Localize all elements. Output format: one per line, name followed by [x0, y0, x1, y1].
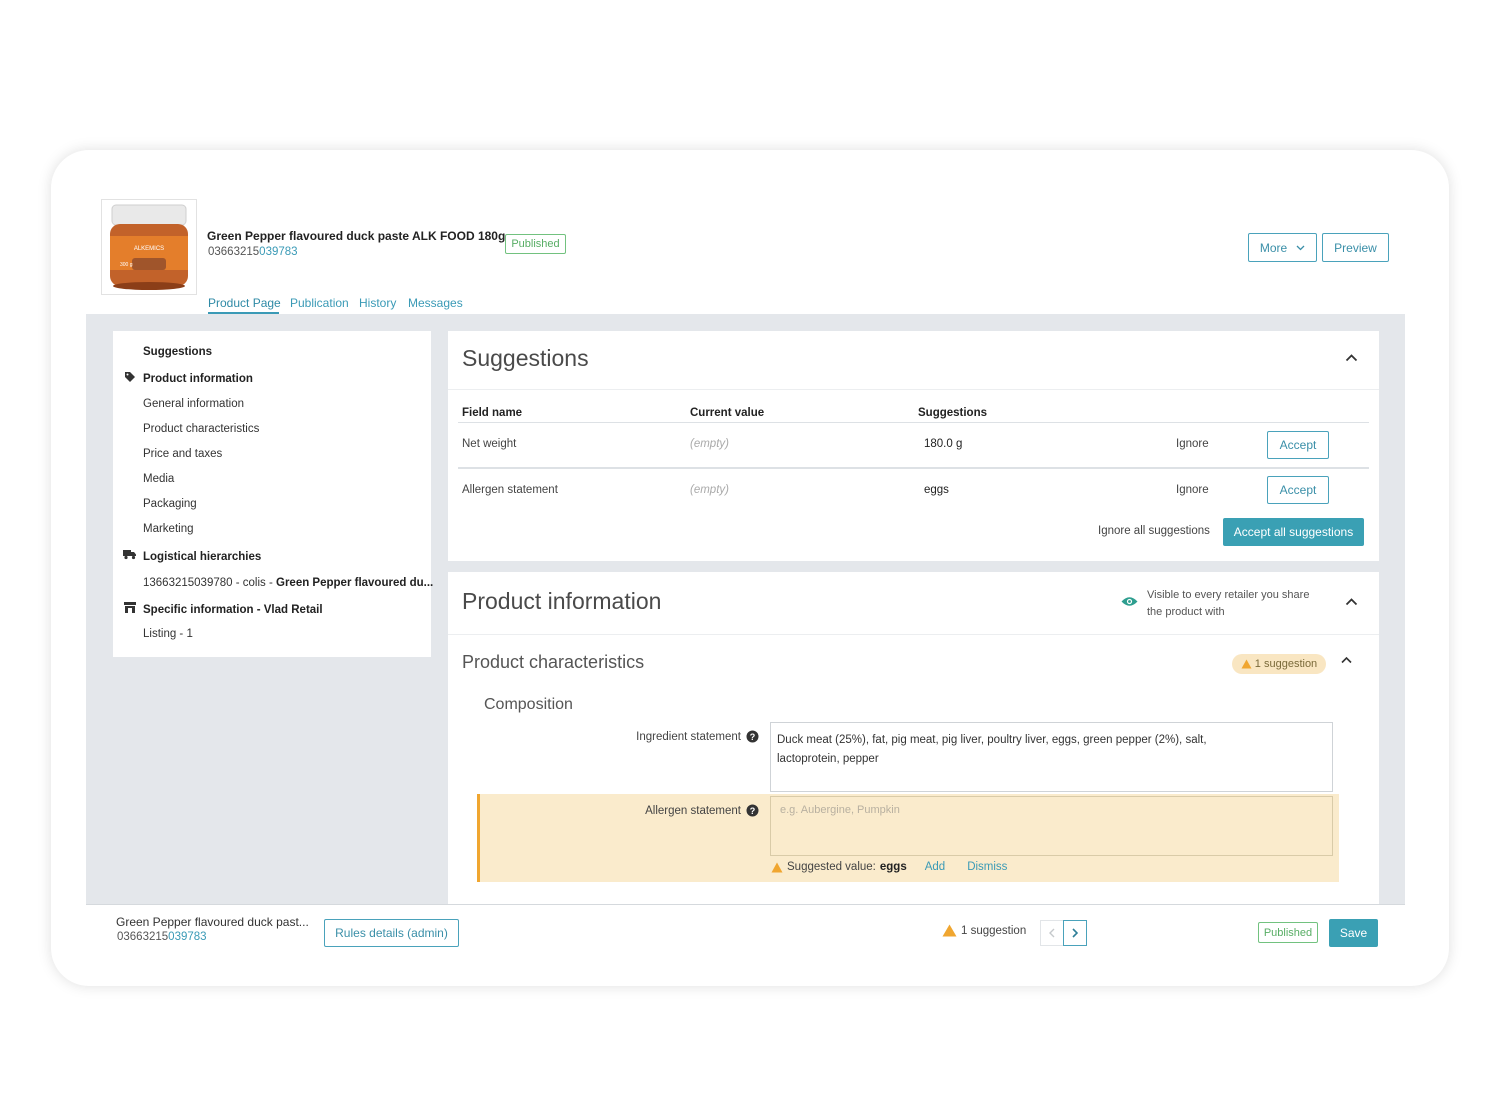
sidebar-item-packaging[interactable]: Packaging [143, 498, 197, 510]
product-gtin: 03663215039783 [208, 246, 298, 258]
eye-icon [1121, 596, 1138, 607]
sidebar-item-product-characteristics[interactable]: Product characteristics [143, 423, 259, 435]
gtin-prefix: 03663215 [208, 246, 260, 258]
footer-gtin-suffix: 039783 [168, 931, 207, 943]
column-header-current-value: Current value [690, 407, 765, 419]
svg-text:?: ? [750, 806, 756, 816]
product-title: Green Pepper flavoured duck paste ALK FO… [207, 229, 506, 243]
footer-product-title: Green Pepper flavoured duck past... [116, 915, 309, 929]
row-allergen-current: (empty) [690, 484, 729, 496]
product-image-weight: 300 g [120, 262, 133, 268]
table-row-divider [458, 467, 1369, 469]
footer-bar [86, 904, 1405, 963]
next-suggestion-button[interactable] [1063, 920, 1087, 946]
hierarchy-name: Green Pepper flavoured du... [276, 577, 434, 589]
chevron-down-icon [1296, 245, 1305, 251]
product-information-title: Product information [462, 588, 662, 614]
svg-text:?: ? [750, 732, 756, 742]
status-badge: Published [505, 234, 566, 254]
store-icon [124, 602, 136, 613]
accept-all-suggestions-button[interactable]: Accept all suggestions [1223, 518, 1364, 546]
help-icon[interactable]: ? [746, 730, 759, 743]
tab-publication[interactable]: Publication [290, 296, 349, 310]
suggestion-count-badge: 1 suggestion [1232, 654, 1326, 674]
column-header-field-name: Field name [462, 407, 523, 419]
row-allergen-accept-button[interactable]: Accept [1267, 476, 1329, 504]
help-icon[interactable]: ? [746, 804, 759, 817]
footer-status-badge: Published [1258, 922, 1318, 943]
rules-details-button[interactable]: Rules details (admin) [324, 919, 459, 947]
chevron-up-icon[interactable] [1345, 353, 1358, 362]
sidebar-item-listing[interactable]: Listing - 1 [143, 628, 193, 640]
row-net-weight-current: (empty) [690, 438, 729, 450]
sidebar-item-price-and-taxes[interactable]: Price and taxes [143, 448, 222, 460]
suggestions-title-divider [448, 389, 1379, 390]
sidebar-item-marketing[interactable]: Marketing [143, 523, 194, 535]
warning-icon [942, 924, 957, 937]
sidebar-item-media[interactable]: Media [143, 473, 174, 485]
ingredient-statement-line-1: Duck meat (25%), fat, pig meat, pig live… [777, 734, 1207, 746]
product-image: ALKEMICS 300 g [101, 199, 197, 295]
visibility-note: Visible to every retailer you share the … [1147, 587, 1309, 621]
sidebar-item-specific-information[interactable]: Specific information - Vlad Retail [143, 604, 323, 616]
ingredient-statement-line-2: lactoprotein, pepper [777, 753, 879, 765]
sidebar-item-general-information[interactable]: General information [143, 398, 244, 410]
chevron-up-icon[interactable] [1341, 656, 1352, 664]
hierarchy-code: 13663215039780 - colis - [143, 577, 276, 589]
chevron-up-icon[interactable] [1345, 597, 1358, 606]
chevron-right-icon [1072, 928, 1078, 938]
column-header-suggestions: Suggestions [918, 407, 988, 419]
row-net-weight-suggestion: 180.0 g [924, 438, 963, 450]
footer-suggestion-count-label: 1 suggestion [961, 924, 1027, 937]
tab-history[interactable]: History [359, 296, 396, 310]
previous-suggestion-button[interactable] [1040, 920, 1064, 946]
tag-icon [124, 371, 136, 383]
allergen-statement-label: Allergen statement [645, 805, 741, 817]
add-suggestion-link[interactable]: Add [925, 861, 945, 873]
warning-icon [771, 862, 783, 873]
suggestions-title: Suggestions [462, 345, 589, 371]
sidebar-item-logistical-hierarchies[interactable]: Logistical hierarchies [143, 551, 261, 563]
ingredient-statement-field[interactable]: Duck meat (25%), fat, pig meat, pig live… [770, 722, 1333, 792]
row-net-weight-field: Net weight [462, 438, 517, 450]
chevron-left-icon [1049, 928, 1055, 938]
sidebar-item-hierarchy-entry[interactable]: 13663215039780 - colis - Green Pepper fl… [143, 577, 433, 589]
visibility-note-line-2: the product with [1147, 606, 1225, 618]
more-button[interactable]: More [1248, 233, 1317, 262]
sidebar-item-suggestions[interactable]: Suggestions [143, 346, 212, 358]
product-information-divider [448, 634, 1379, 635]
suggested-value: eggs [879, 861, 907, 873]
composition-title: Composition [484, 696, 573, 713]
visibility-note-line-1: Visible to every retailer you share [1147, 589, 1310, 601]
row-net-weight-ignore-link[interactable]: Ignore [1176, 438, 1209, 450]
dismiss-suggestion-link[interactable]: Dismiss [967, 861, 1007, 873]
row-allergen-ignore-link[interactable]: Ignore [1176, 484, 1209, 496]
row-net-weight-accept-button[interactable]: Accept [1267, 431, 1329, 459]
row-allergen-suggestion: eggs [924, 484, 949, 496]
preview-button[interactable]: Preview [1322, 233, 1389, 262]
footer-product-gtin: 03663215039783 [117, 931, 207, 943]
warning-icon [1241, 659, 1252, 669]
suggested-value-prefix: Suggested value: [787, 861, 876, 873]
footer-suggestion-count: 1 suggestion [942, 924, 1026, 937]
allergen-statement-field[interactable]: e.g. Aubergine, Pumpkin [770, 796, 1333, 856]
ignore-all-suggestions-link[interactable]: Ignore all suggestions [1098, 525, 1210, 537]
save-button[interactable]: Save [1329, 919, 1378, 947]
sidebar-item-product-information[interactable]: Product information [143, 373, 253, 385]
more-label: More [1259, 240, 1288, 255]
gtin-suffix: 039783 [259, 246, 298, 258]
tab-product-page[interactable]: Product Page [208, 296, 281, 310]
suggested-value-row: Suggested value: eggs Add Dismiss [771, 861, 1007, 873]
allergen-statement-placeholder: e.g. Aubergine, Pumpkin [780, 804, 900, 816]
table-header-divider [458, 422, 1369, 423]
truck-icon [123, 549, 137, 560]
row-allergen-field: Allergen statement [462, 484, 558, 496]
suggestion-count-badge-label: 1 suggestion [1254, 658, 1318, 670]
product-characteristics-title: Product characteristics [462, 652, 645, 672]
ingredient-statement-label: Ingredient statement [636, 731, 741, 743]
footer-gtin-prefix: 03663215 [117, 931, 169, 943]
product-image-label: ALKEMICS [134, 246, 164, 252]
tab-messages[interactable]: Messages [408, 296, 463, 310]
